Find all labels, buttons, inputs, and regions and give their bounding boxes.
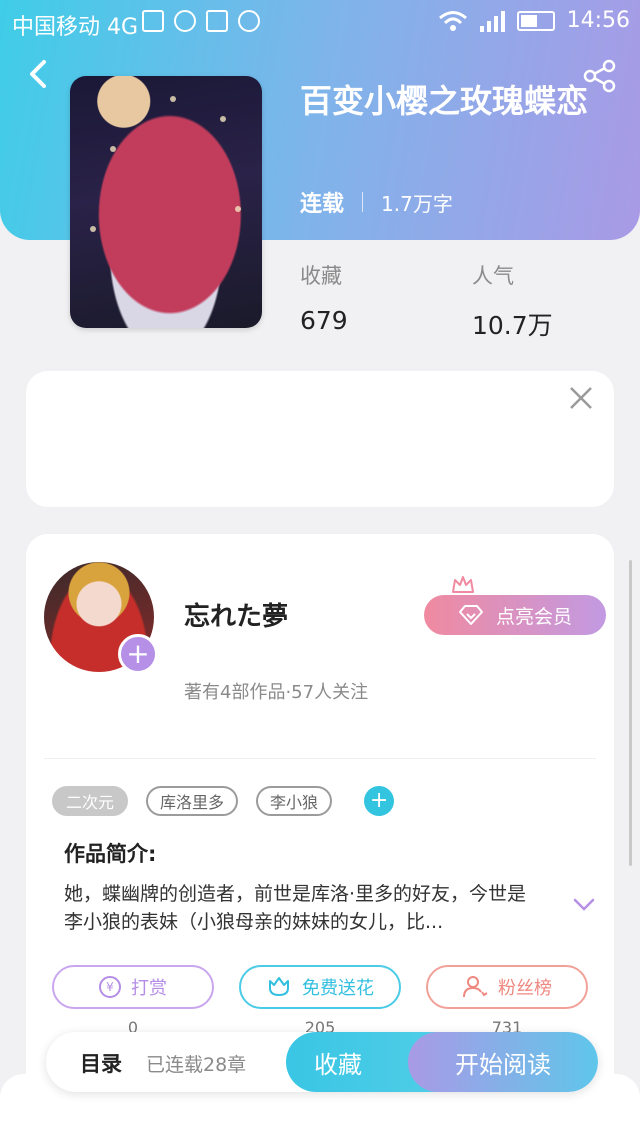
add-tag-icon[interactable]: + <box>364 786 395 816</box>
stat-favorites: 收藏 679 <box>300 260 348 335</box>
wifi-icon <box>438 10 467 31</box>
scrollbar[interactable] <box>629 560 632 866</box>
back-icon[interactable] <box>22 56 54 92</box>
word-count: 1.7万字 <box>381 191 453 216</box>
chevron-down-icon[interactable] <box>572 896 596 914</box>
stat-label: 收藏 <box>300 264 342 288</box>
diamond-icon <box>458 605 483 625</box>
moon-icon <box>238 10 260 32</box>
divider <box>44 758 596 759</box>
close-icon[interactable] <box>568 385 594 411</box>
serial-status: 连载 <box>300 192 345 217</box>
yen-icon: ¥ <box>99 976 121 998</box>
lightbulb-icon <box>174 10 196 32</box>
send-flower-button[interactable]: 免费送花 <box>239 965 401 1009</box>
follow-plus-icon[interactable]: + <box>118 634 158 674</box>
stat-value: 679 <box>300 306 348 335</box>
author-name[interactable]: 忘れた夢 <box>184 596 288 633</box>
signal-icon <box>479 10 505 32</box>
carrier-label: 中国移动 4G <box>12 15 139 40</box>
vip-label: 点亮会员 <box>495 605 572 628</box>
image-icon <box>142 10 164 32</box>
clock: 14:56 <box>566 8 630 33</box>
reward-label: 打赏 <box>131 978 167 999</box>
chapter-count[interactable]: 已连载28章 <box>146 1050 246 1077</box>
stat-popularity: 人气 10.7万 <box>472 260 553 342</box>
crown-icon <box>452 576 474 593</box>
tag-list: 二次元 库洛里多 李小狼 + <box>52 786 395 816</box>
app-icon <box>206 10 228 32</box>
favorite-label: 收藏 <box>314 1050 362 1079</box>
meta-divider <box>362 192 364 212</box>
stat-label: 人气 <box>472 264 514 288</box>
stat-value: 10.7万 <box>472 311 553 340</box>
flower-icon <box>269 977 289 996</box>
banner-card <box>26 371 614 507</box>
toc-button[interactable]: 目录 <box>80 1048 122 1078</box>
vip-button[interactable]: 点亮会员 <box>424 595 606 635</box>
tag-item[interactable]: 库洛里多 <box>146 786 239 816</box>
status-bar: 中国移动 4G 14:56 <box>0 0 640 46</box>
start-reading-button[interactable]: 开始阅读 <box>408 1032 598 1092</box>
send-flower-label: 免费送花 <box>302 978 374 999</box>
intro-title: 作品简介: <box>64 842 157 866</box>
start-reading-label: 开始阅读 <box>455 1050 551 1079</box>
author-info: 著有4部作品·57人关注 <box>184 682 369 703</box>
bottom-action-bar: 目录 已连载28章 收藏 开始阅读 <box>46 1032 598 1092</box>
book-meta: 连载 1.7万字 <box>300 186 453 218</box>
tag-item[interactable]: 李小狼 <box>256 786 333 816</box>
reward-button[interactable]: ¥ 打赏 <box>52 965 214 1009</box>
fans-ranking-button[interactable]: 粉丝榜 <box>426 965 588 1009</box>
fans-ranking-label: 粉丝榜 <box>498 978 552 999</box>
battery-icon <box>516 10 555 31</box>
book-title: 百变小樱之玫瑰蝶恋 <box>300 82 589 120</box>
intro-text: 她，蝶幽牌的创造者，前世是库洛·里多的好友，今世是李小狼的表妹（小狼母亲的妹妹的… <box>64 883 527 933</box>
fans-icon <box>463 976 488 998</box>
book-cover[interactable] <box>70 76 262 328</box>
tag-item[interactable]: 二次元 <box>52 786 129 816</box>
